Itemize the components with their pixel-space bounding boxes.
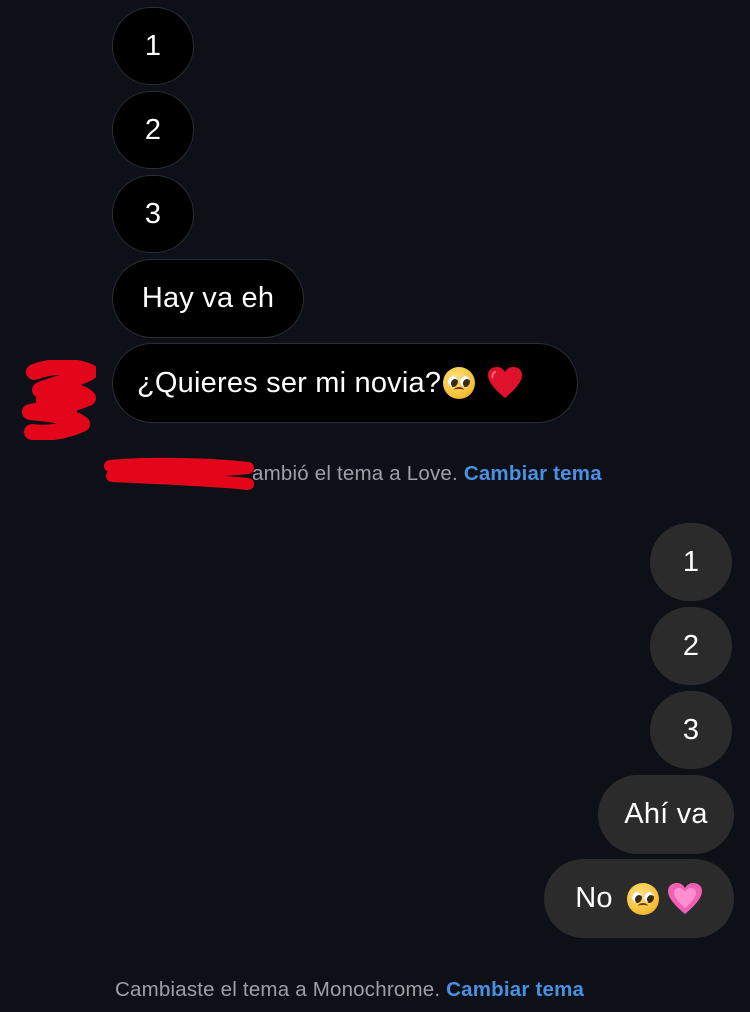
sent-message-bubble[interactable]: No [544,859,734,938]
message-text: 1 [144,29,162,62]
sent-message-bubble[interactable]: 1 [650,523,732,601]
received-message-bubble[interactable]: 1 [112,7,194,85]
redacted-avatar [22,360,96,440]
message-text: No [575,882,613,914]
message-text: 2 [144,113,162,146]
theme-change-notice: ambió el tema a Love. Cambiar tema [252,462,602,486]
received-message-bubble[interactable]: 2 [112,91,194,169]
sent-message-bubble[interactable]: 2 [650,607,732,685]
message-text: ¿Quieres ser mi novia? [137,366,442,399]
change-theme-link[interactable]: Cambiar tema [446,978,584,1001]
message-text: Hay va eh [141,282,275,314]
message-text: Ahí va [624,798,708,830]
red-heart-icon [488,367,523,398]
sent-message-bubble[interactable]: Ahí va [598,775,734,854]
notice-text: Cambiaste el tema a Monochrome. [115,978,441,1001]
redacted-name [104,457,254,490]
pleading-face-icon [443,367,476,399]
message-text: 3 [144,197,162,230]
received-message-bubble[interactable]: ¿Quieres ser mi novia? [112,343,578,423]
received-message-bubble[interactable]: Hay va eh [112,259,304,338]
received-message-bubble[interactable]: 3 [112,175,194,253]
sent-message-bubble[interactable]: 3 [650,691,732,769]
pleading-face-icon [626,882,659,915]
message-text: 2 [682,629,700,662]
message-text: 3 [682,713,700,746]
notice-text: ambió el tema a Love. [252,462,458,485]
change-theme-link[interactable]: Cambiar tema [464,462,602,485]
theme-change-notice: Cambiaste el tema a Monochrome. Cambiar … [115,978,584,1002]
message-text: 1 [682,545,700,578]
pink-heart-icon [667,882,702,914]
